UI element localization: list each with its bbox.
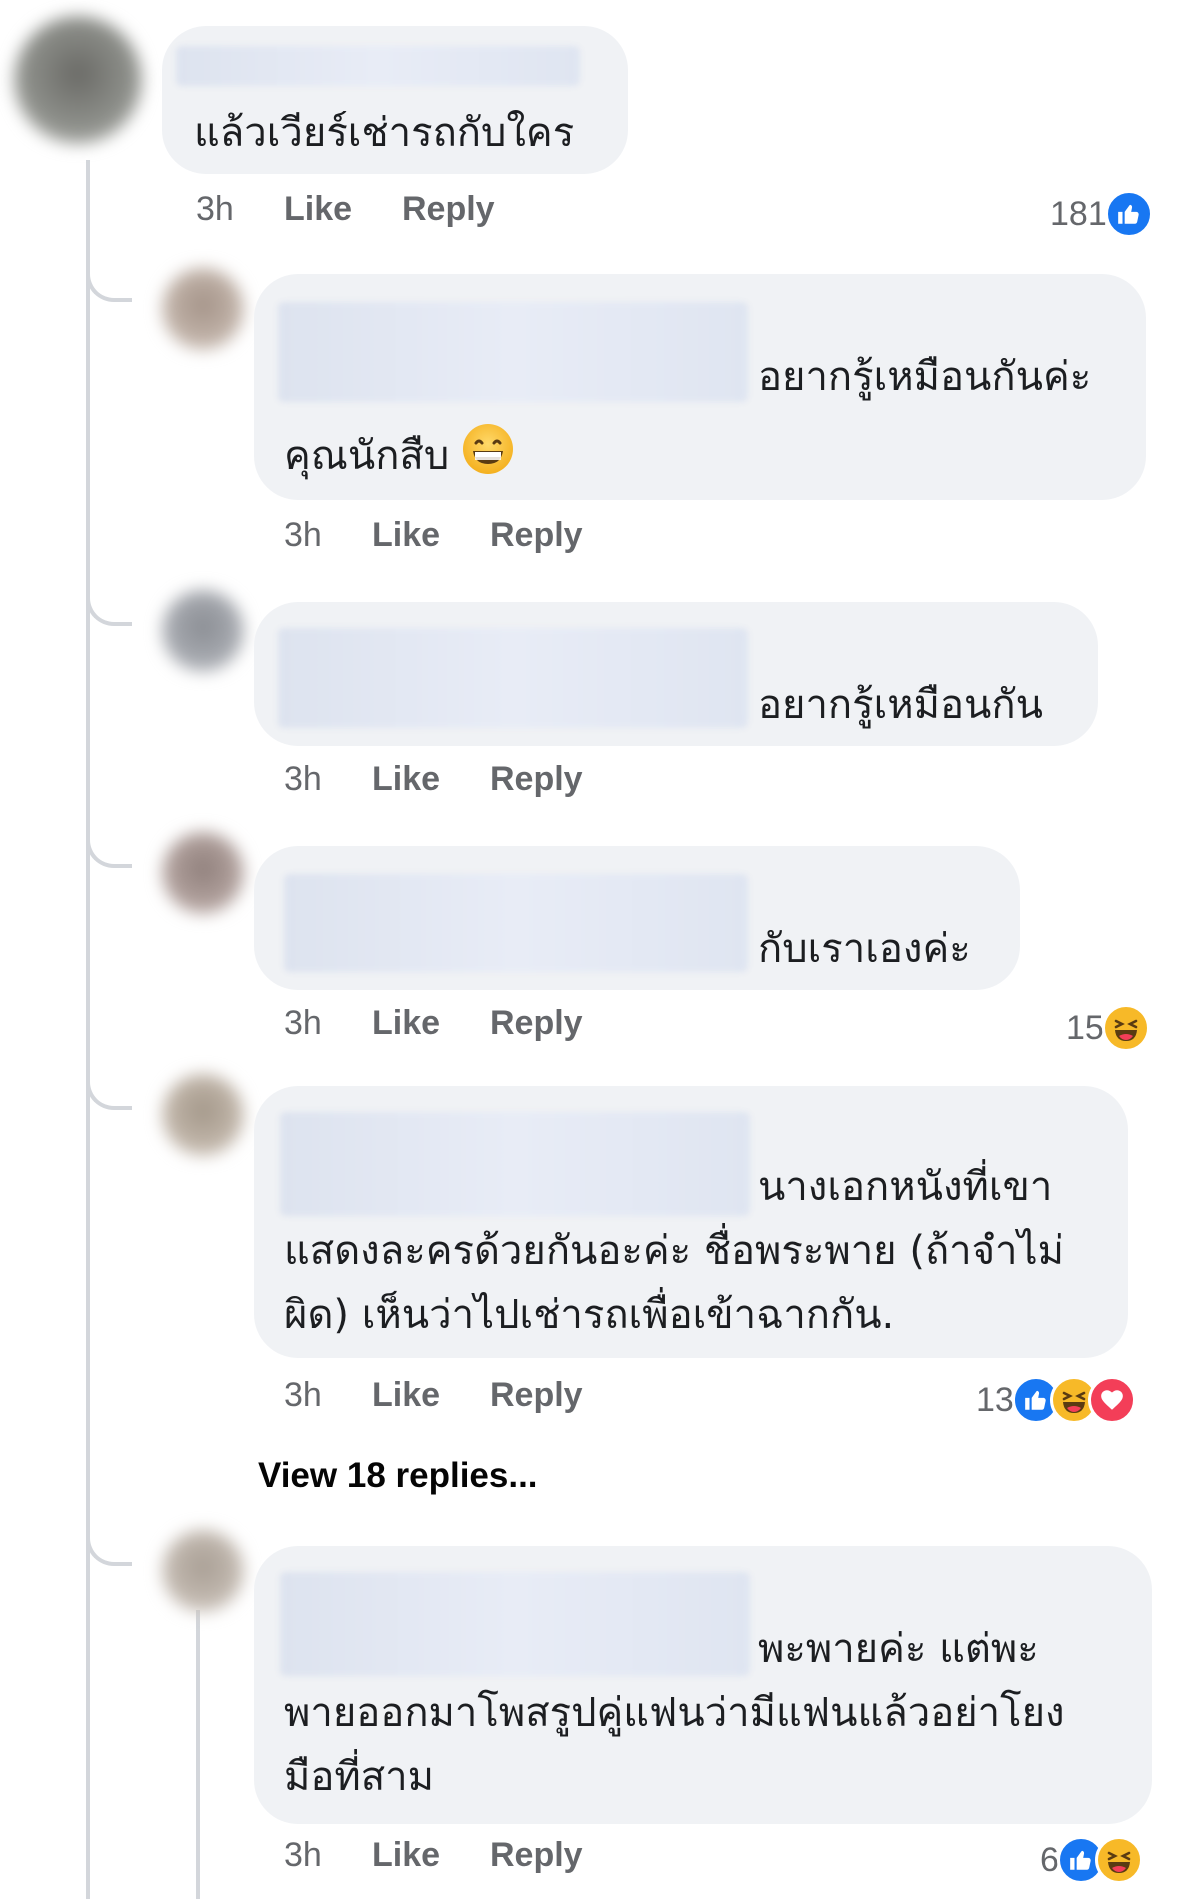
haha-icon — [1101, 1004, 1150, 1052]
comment-text-line: นางเอกหนังที่เขา — [758, 1164, 1053, 1210]
commenter-name-blurred[interactable] — [176, 46, 580, 86]
reply-button[interactable]: Reply — [490, 516, 583, 555]
love-icon — [1087, 1376, 1136, 1424]
like-button[interactable]: Like — [284, 190, 402, 229]
comment-actions: 3h Like Reply — [284, 1836, 583, 1875]
like-button[interactable]: Like — [372, 516, 490, 555]
comment-bubble: แล้วเวียร์เช่ารถกับใคร — [162, 26, 628, 174]
reaction-count: 181 — [1050, 194, 1107, 233]
like-button[interactable]: Like — [372, 760, 490, 799]
comment-text-line: คุณนักสืบ — [284, 422, 515, 494]
like-button[interactable]: Like — [372, 1836, 490, 1875]
reaction-summary[interactable]: 181 — [1050, 190, 1153, 238]
comment-text-line: แสดงละครด้วยกันอะค่ะ ชื่อพระพาย (ถ้าจำไม… — [284, 1228, 1064, 1274]
reply-button[interactable]: Reply — [490, 1836, 583, 1875]
comment-text: แล้วเวียร์เช่ารถกับใคร — [194, 110, 575, 156]
comment-text: กับเราเองค่ะ — [758, 926, 971, 972]
reply-bubble: นางเอกหนังที่เขา แสดงละครด้วยกันอะค่ะ ชื… — [254, 1086, 1128, 1358]
commenter-name-blurred[interactable] — [278, 628, 748, 728]
comment-time[interactable]: 3h — [284, 516, 372, 555]
like-icon — [1104, 190, 1153, 238]
comment-time[interactable]: 3h — [284, 1004, 372, 1043]
comment-text-line: อยากรู้เหมือนกันค่ะ — [758, 354, 1092, 400]
comment-actions: 3h Like Reply — [196, 190, 495, 229]
reaction-count: 13 — [976, 1380, 1014, 1419]
grinning-face-icon — [461, 422, 515, 494]
avatar[interactable] — [162, 832, 244, 914]
comment-time[interactable]: 3h — [284, 1836, 372, 1875]
like-button[interactable]: Like — [372, 1376, 490, 1415]
thread-branch — [86, 1044, 132, 1110]
reaction-count: 15 — [1066, 1008, 1104, 1047]
avatar[interactable] — [162, 1074, 244, 1156]
comment-text: คุณนักสืบ — [284, 433, 450, 479]
reaction-summary[interactable]: 15 — [1066, 1004, 1150, 1052]
comment-text-line: มือที่สาม — [284, 1754, 434, 1800]
comment-text-line: พะพายค่ะ แต่พะ — [758, 1626, 1039, 1672]
avatar[interactable] — [162, 1530, 244, 1612]
thread-branch — [86, 802, 132, 868]
reaction-summary[interactable]: 13 — [976, 1376, 1136, 1424]
comment-time[interactable]: 3h — [284, 760, 372, 799]
comment-actions: 3h Like Reply — [284, 1004, 583, 1043]
reply-bubble: อยากรู้เหมือนกัน — [254, 602, 1098, 746]
reply-bubble: พะพายค่ะ แต่พะ พายออกมาโพสรูปคู่แฟนว่ามี… — [254, 1546, 1152, 1824]
thread-line-main — [86, 160, 90, 1899]
reply-button[interactable]: Reply — [490, 760, 583, 799]
reply-bubble: อยากรู้เหมือนกันค่ะ คุณนักสืบ — [254, 274, 1146, 500]
commenter-name-blurred[interactable] — [278, 302, 748, 402]
reply-button[interactable]: Reply — [402, 190, 495, 229]
reply-button[interactable]: Reply — [490, 1004, 583, 1043]
comment-actions: 3h Like Reply — [284, 760, 583, 799]
commenter-name-blurred[interactable] — [280, 1112, 750, 1216]
thread-branch — [86, 560, 132, 626]
haha-icon — [1094, 1836, 1143, 1884]
avatar[interactable] — [162, 268, 244, 350]
comment-text-line: ผิด) เห็นว่าไปเช่ารถเพื่อเข้าฉากกัน. — [284, 1292, 895, 1338]
thread-line-sub — [196, 1610, 200, 1899]
view-replies-link[interactable]: View 18 replies... — [258, 1456, 538, 1496]
comment-time[interactable]: 3h — [196, 190, 284, 229]
reply-bubble: กับเราเองค่ะ — [254, 846, 1020, 990]
comment-text-line: พายออกมาโพสรูปคู่แฟนว่ามีแฟนแล้วอย่าโยง — [284, 1690, 1065, 1736]
comment-text: อยากรู้เหมือนกัน — [758, 682, 1043, 728]
thread-branch — [86, 1500, 132, 1566]
reaction-summary[interactable]: 6 — [1040, 1836, 1143, 1884]
avatar[interactable] — [162, 590, 244, 672]
commenter-name-blurred[interactable] — [280, 1572, 750, 1676]
comment-time[interactable]: 3h — [284, 1376, 372, 1415]
avatar[interactable] — [14, 16, 142, 144]
thread-branch — [86, 238, 132, 302]
comment-actions: 3h Like Reply — [284, 516, 583, 555]
reply-button[interactable]: Reply — [490, 1376, 583, 1415]
comment-actions: 3h Like Reply — [284, 1376, 583, 1415]
like-button[interactable]: Like — [372, 1004, 490, 1043]
commenter-name-blurred[interactable] — [284, 874, 748, 972]
